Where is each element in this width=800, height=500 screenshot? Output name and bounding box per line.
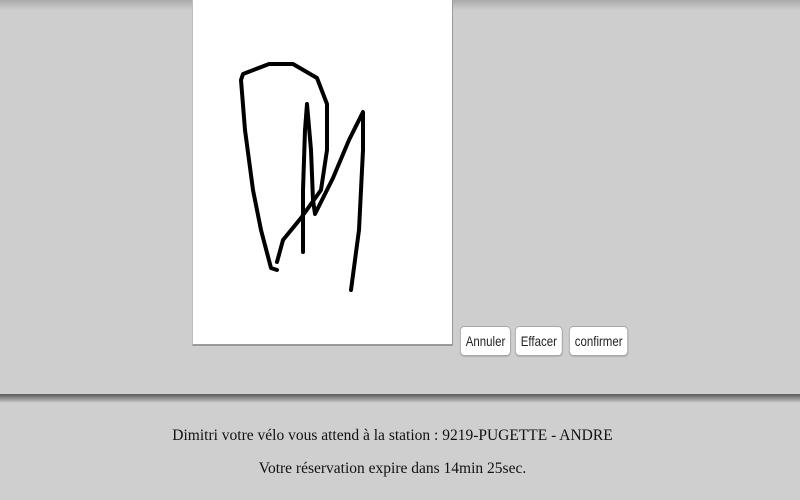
confirm-button[interactable]: confirmer bbox=[569, 326, 629, 356]
expiry-message: Votre réservation expire dans 14min 25se… bbox=[258, 460, 527, 477]
signature-section: Annuler Effacer confirmer bbox=[0, 0, 800, 396]
cancel-button[interactable]: Annuler bbox=[460, 326, 512, 356]
signature-canvas[interactable] bbox=[192, 0, 453, 346]
signature-stroke-2 bbox=[301, 102, 365, 292]
station-message: Dimitri votre vélo vous attend à la stat… bbox=[172, 427, 613, 444]
signature-drawing bbox=[239, 62, 365, 292]
signature-stroke-1 bbox=[239, 62, 329, 272]
reservation-info: Dimitri votre vélo vous attend à la stat… bbox=[0, 403, 800, 500]
section-divider bbox=[0, 394, 800, 403]
clear-button[interactable]: Effacer bbox=[515, 326, 563, 356]
